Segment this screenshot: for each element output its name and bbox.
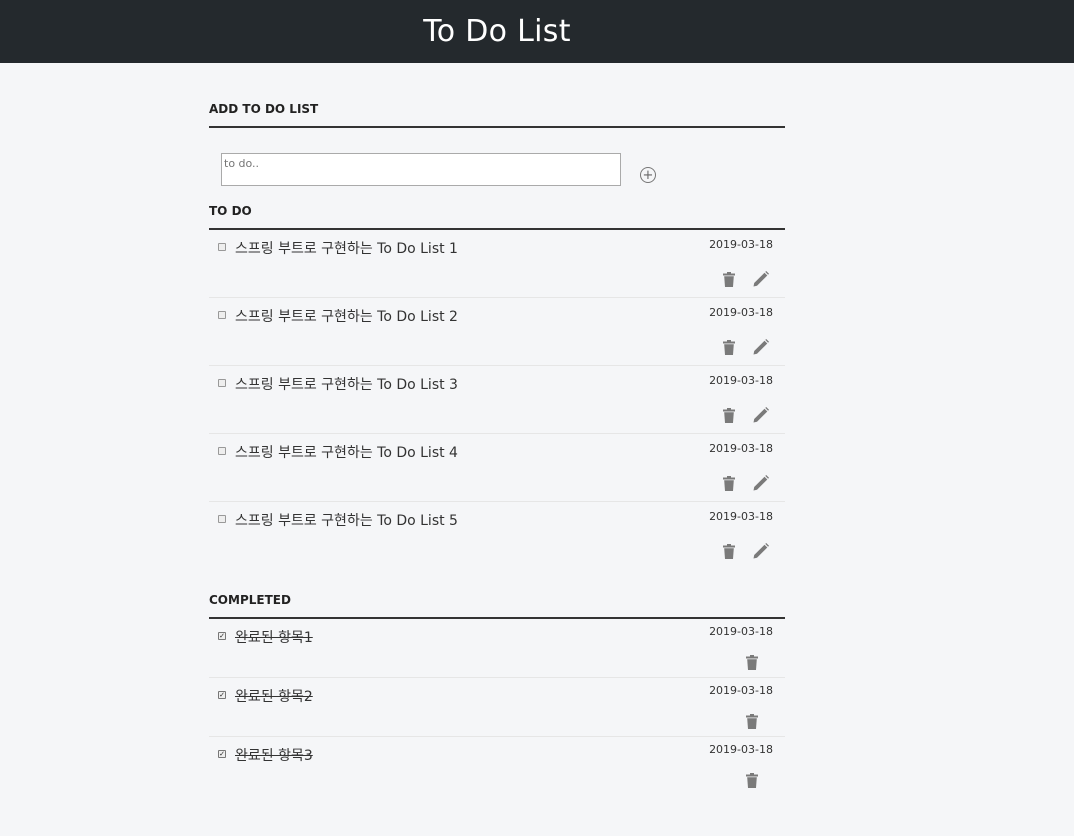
todo-item: 스프링 부트로 구현하는 To Do List 2 2019-03-18: [209, 298, 785, 366]
todo-checkbox[interactable]: [218, 515, 226, 523]
completed-actions: [743, 771, 761, 789]
app-header: To Do List: [0, 0, 1074, 63]
todo-date: 2019-03-18: [709, 374, 773, 387]
todo-date: 2019-03-18: [709, 238, 773, 251]
completed-checkbox[interactable]: ✓: [218, 632, 226, 640]
completed-date: 2019-03-18: [709, 625, 773, 638]
completed-list: ✓ 완료된 항목1 2019-03-18 ✓ 완료된 항목2 2019-03-18 ✓ 완료된…: [209, 619, 785, 796]
completed-date: 2019-03-18: [709, 743, 773, 756]
pencil-icon[interactable]: [752, 542, 770, 560]
add-section-title: ADD TO DO LIST: [209, 102, 785, 128]
todo-checkbox[interactable]: [218, 447, 226, 455]
trash-icon[interactable]: [720, 338, 738, 356]
completed-item: ✓ 완료된 항목1 2019-03-18: [209, 619, 785, 678]
main-container: ADD TO DO LIST + TO DO 스프링 부트로 구현하는 To D…: [209, 63, 785, 796]
pencil-icon[interactable]: [752, 338, 770, 356]
todo-checkbox[interactable]: [218, 243, 226, 251]
todo-section-title: TO DO: [209, 204, 785, 230]
trash-icon[interactable]: [720, 474, 738, 492]
todo-item: 스프링 부트로 구현하는 To Do List 5 2019-03-18: [209, 502, 785, 570]
pencil-icon[interactable]: [752, 474, 770, 492]
todo-checkbox[interactable]: [218, 379, 226, 387]
trash-icon[interactable]: [720, 542, 738, 560]
add-row: +: [209, 128, 785, 204]
completed-text: 완료된 항목2: [235, 689, 313, 705]
todo-actions: [720, 542, 770, 560]
trash-icon[interactable]: [743, 653, 761, 671]
todo-item: 스프링 부트로 구현하는 To Do List 4 2019-03-18: [209, 434, 785, 502]
todo-text: 스프링 부트로 구현하는 To Do List 4: [235, 445, 458, 461]
completed-actions: [743, 653, 761, 671]
todo-text: 스프링 부트로 구현하는 To Do List 1: [235, 241, 458, 257]
completed-item: ✓ 완료된 항목3 2019-03-18: [209, 737, 785, 796]
trash-icon[interactable]: [720, 270, 738, 288]
add-button[interactable]: +: [640, 167, 656, 183]
todo-date: 2019-03-18: [709, 510, 773, 523]
plus-circle-icon: +: [642, 167, 654, 183]
completed-text: 완료된 항목1: [235, 630, 313, 646]
trash-icon[interactable]: [743, 712, 761, 730]
todo-actions: [720, 338, 770, 356]
completed-text: 완료된 항목3: [235, 748, 313, 764]
pencil-icon[interactable]: [752, 406, 770, 424]
todo-item: 스프링 부트로 구현하는 To Do List 1 2019-03-18: [209, 230, 785, 298]
todo-actions: [720, 474, 770, 492]
todo-actions: [720, 406, 770, 424]
completed-checkbox[interactable]: ✓: [218, 691, 226, 699]
todo-input[interactable]: [221, 153, 621, 186]
todo-text: 스프링 부트로 구현하는 To Do List 5: [235, 513, 458, 529]
todo-text: 스프링 부트로 구현하는 To Do List 2: [235, 309, 458, 325]
todo-checkbox[interactable]: [218, 311, 226, 319]
trash-icon[interactable]: [720, 406, 738, 424]
completed-actions: [743, 712, 761, 730]
completed-section-title: COMPLETED: [209, 593, 785, 619]
todo-date: 2019-03-18: [709, 306, 773, 319]
todo-text: 스프링 부트로 구현하는 To Do List 3: [235, 377, 458, 393]
completed-checkbox[interactable]: ✓: [218, 750, 226, 758]
todo-date: 2019-03-18: [709, 442, 773, 455]
todo-actions: [720, 270, 770, 288]
todo-list: 스프링 부트로 구현하는 To Do List 1 2019-03-18 스프링 부…: [209, 230, 785, 570]
trash-icon[interactable]: [743, 771, 761, 789]
todo-item: 스프링 부트로 구현하는 To Do List 3 2019-03-18: [209, 366, 785, 434]
completed-date: 2019-03-18: [709, 684, 773, 697]
page-title: To Do List: [423, 14, 571, 49]
completed-item: ✓ 완료된 항목2 2019-03-18: [209, 678, 785, 737]
pencil-icon[interactable]: [752, 270, 770, 288]
